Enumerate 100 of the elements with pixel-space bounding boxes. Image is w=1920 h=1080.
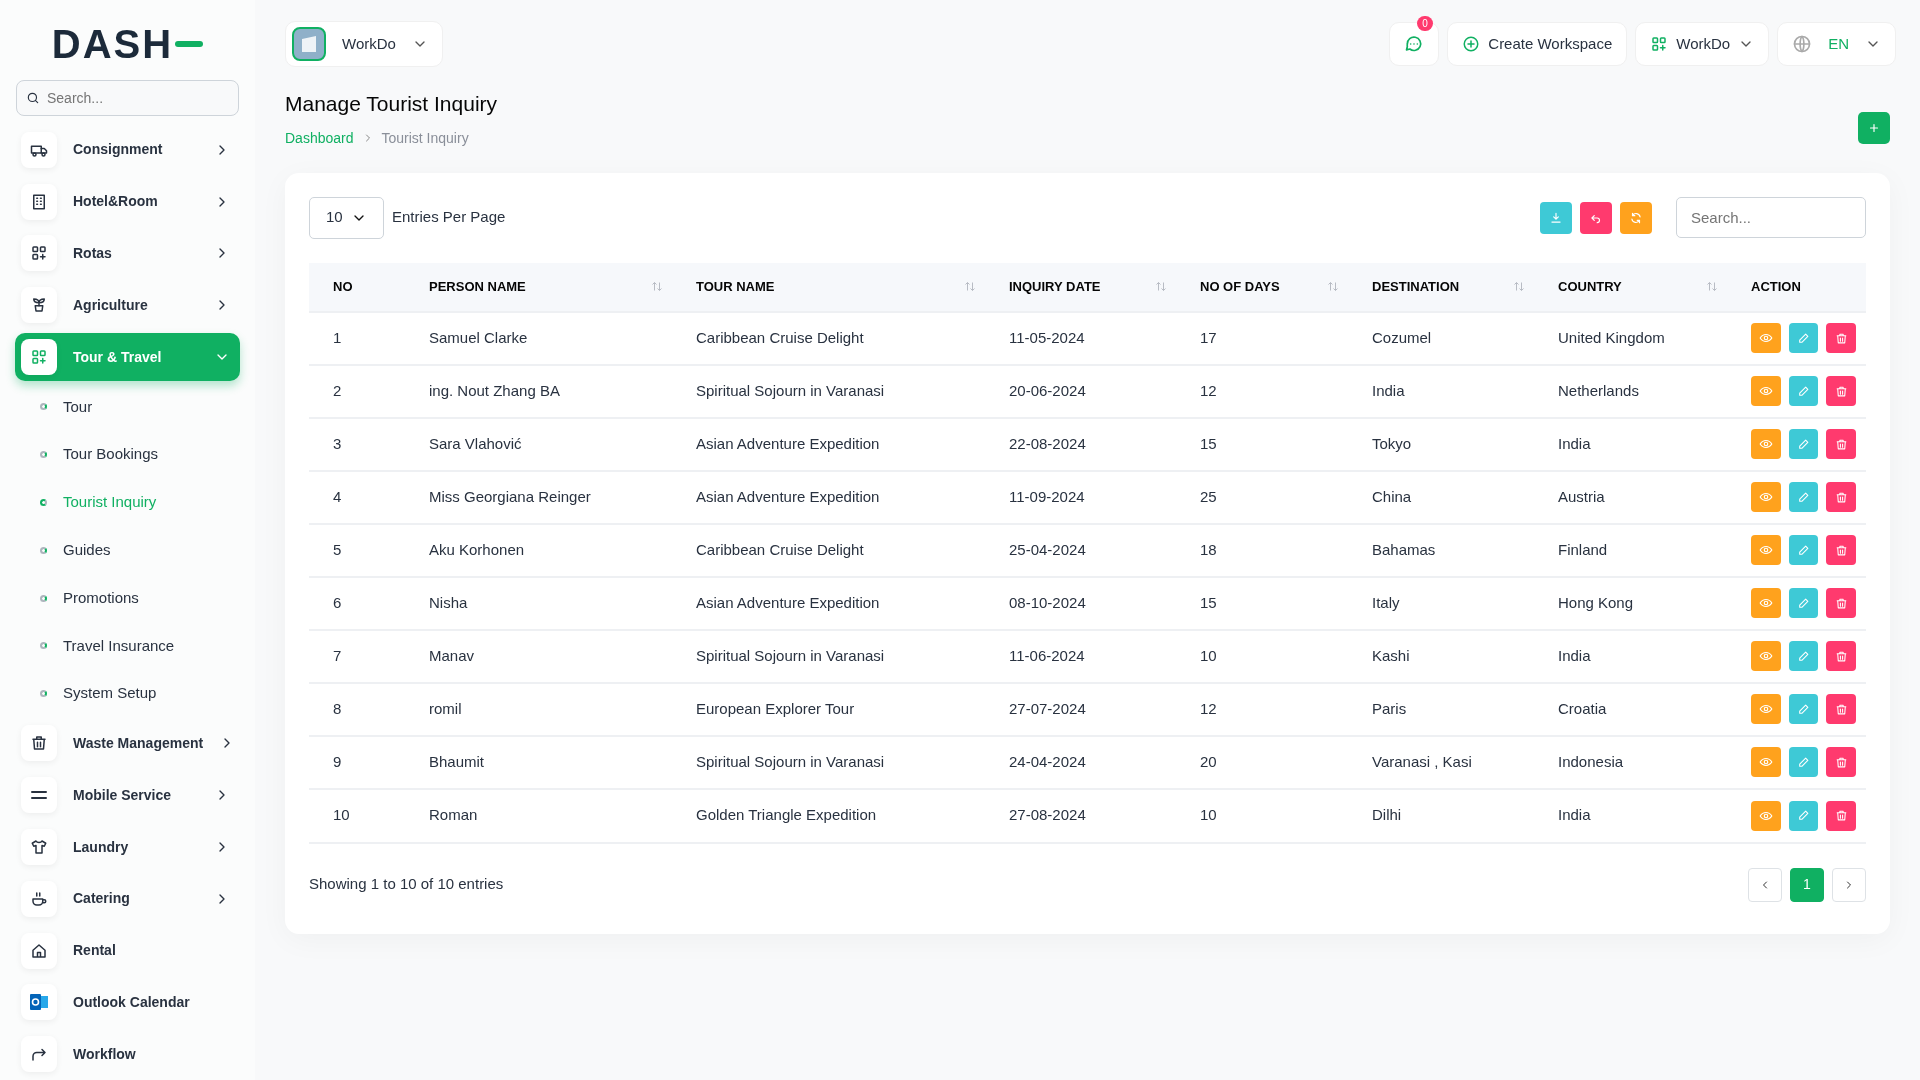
table-cell: 12 xyxy=(1200,381,1217,399)
sidebar-item[interactable]: Rental xyxy=(15,926,240,975)
edit-button[interactable] xyxy=(1788,376,1819,406)
refresh-button[interactable] xyxy=(1620,201,1652,234)
sidebar-item[interactable]: Workflow xyxy=(15,1030,240,1079)
trash-icon xyxy=(1834,649,1848,663)
eye-icon xyxy=(1758,649,1773,663)
column-header[interactable]: DESTINATION xyxy=(1372,276,1460,297)
sidebar-item[interactable]: Hotel&Room xyxy=(15,177,240,226)
view-button[interactable] xyxy=(1751,694,1781,724)
eye-icon xyxy=(1758,755,1773,769)
edit-button[interactable] xyxy=(1788,323,1819,353)
edit-button[interactable] xyxy=(1788,482,1819,512)
delete-button[interactable] xyxy=(1826,429,1856,459)
sort-icon[interactable] xyxy=(652,282,662,291)
delete-button[interactable] xyxy=(1826,694,1856,724)
create-workspace-button[interactable]: Create Workspace xyxy=(1447,22,1628,66)
sidebar-item[interactable]: Agriculture xyxy=(15,281,240,330)
sidebar-item[interactable]: Waste Management xyxy=(15,719,240,768)
edit-button[interactable] xyxy=(1788,588,1819,618)
view-button[interactable] xyxy=(1751,800,1781,831)
submenu-item[interactable]: Travel Insurance xyxy=(0,621,255,670)
table-cell: Finland xyxy=(1558,540,1608,558)
column-header[interactable]: NO OF DAYS xyxy=(1200,276,1280,297)
submenu-item[interactable]: Promotions xyxy=(0,574,255,622)
table-cell: Croatia xyxy=(1558,699,1607,717)
view-button[interactable] xyxy=(1751,535,1781,565)
column-header[interactable]: COUNTRY xyxy=(1558,276,1622,297)
table-cell: 8 xyxy=(333,699,342,717)
table-cell: Manav xyxy=(429,646,475,664)
table-cell: Asian Adventure Expedition xyxy=(696,487,880,505)
edit-button[interactable] xyxy=(1788,641,1819,671)
delete-button[interactable] xyxy=(1826,641,1856,671)
pencil-icon xyxy=(1797,543,1810,557)
sort-icon[interactable] xyxy=(1328,282,1338,291)
edit-button[interactable] xyxy=(1788,694,1819,724)
edit-button[interactable] xyxy=(1788,535,1819,565)
sidebar-item[interactable]: Outlook Calendar xyxy=(15,978,240,1027)
breadcrumb-current: Tourist Inquiry xyxy=(381,128,469,148)
view-button[interactable] xyxy=(1751,641,1781,671)
sidebar-item[interactable]: Catering xyxy=(15,874,240,923)
view-button[interactable] xyxy=(1751,323,1781,353)
search-field[interactable]: Search... xyxy=(16,80,239,116)
view-button[interactable] xyxy=(1751,747,1781,777)
eye-icon xyxy=(1758,490,1773,504)
sort-icon[interactable] xyxy=(1156,282,1166,291)
view-button[interactable] xyxy=(1751,429,1781,459)
view-button[interactable] xyxy=(1751,482,1781,512)
sidebar-item[interactable]: Rotas xyxy=(15,229,240,278)
menu-icon xyxy=(31,791,47,800)
view-button[interactable] xyxy=(1751,376,1781,406)
sidebar-item[interactable]: Mobile Service xyxy=(15,771,240,820)
edit-button[interactable] xyxy=(1788,747,1819,777)
column-header[interactable]: TOUR NAME xyxy=(696,276,775,297)
table-cell: ing. Nout Zhang BA xyxy=(429,381,560,399)
edit-button[interactable] xyxy=(1788,800,1819,831)
submenu-item[interactable]: System Setup xyxy=(0,669,255,718)
table-cell: Cozumel xyxy=(1372,328,1432,346)
table-cell: India xyxy=(1372,381,1405,399)
table-cell: Roman xyxy=(429,806,478,824)
delete-button[interactable] xyxy=(1826,747,1856,777)
table-cell: Caribbean Cruise Delight xyxy=(696,540,864,558)
sort-icon[interactable] xyxy=(1514,282,1524,291)
table-cell: India xyxy=(1558,806,1591,824)
download-button[interactable] xyxy=(1540,201,1572,234)
delete-button[interactable] xyxy=(1826,482,1856,512)
sort-icon[interactable] xyxy=(965,282,975,291)
plus-icon xyxy=(1867,121,1881,135)
sidebar-item[interactable]: Laundry xyxy=(15,823,240,871)
sort-icon[interactable] xyxy=(1707,282,1717,291)
sidebar-item[interactable]: Consignment xyxy=(15,126,240,174)
table-cell: 20 xyxy=(1200,752,1217,770)
table-search-field[interactable]: Search... xyxy=(1676,197,1866,238)
column-header[interactable]: PERSON NAME xyxy=(429,276,526,297)
table-cell: 27-07-2024 xyxy=(1009,699,1086,717)
delete-button[interactable] xyxy=(1826,376,1856,406)
workspace-menu[interactable]: WorkDo xyxy=(1635,22,1770,66)
table-cell: romil xyxy=(429,699,462,717)
workspace-dropdown[interactable]: WorkDo xyxy=(285,21,443,67)
column-header: ACTION xyxy=(1751,277,1801,296)
next-page-button[interactable] xyxy=(1832,867,1866,902)
previous-page-button[interactable] xyxy=(1748,867,1782,902)
view-button[interactable] xyxy=(1751,588,1781,618)
undo-button[interactable] xyxy=(1580,201,1612,234)
table-cell: European Explorer Tour xyxy=(696,699,855,717)
submenu-item[interactable]: Tour Bookings xyxy=(0,430,255,479)
edit-button[interactable] xyxy=(1788,429,1819,459)
submenu-item[interactable]: Tour xyxy=(0,383,255,431)
delete-button[interactable] xyxy=(1826,800,1856,831)
table-cell: Spiritual Sojourn in Varanasi xyxy=(696,646,885,664)
delete-button[interactable] xyxy=(1826,323,1856,353)
delete-button[interactable] xyxy=(1826,588,1856,618)
entries-select[interactable]: 10 xyxy=(309,196,384,239)
table-cell: Varanasi , Kasi xyxy=(1372,752,1472,770)
table-cell: 22-08-2024 xyxy=(1009,434,1086,452)
submenu-item[interactable]: Guides xyxy=(0,526,255,575)
trash-icon xyxy=(1834,755,1848,769)
delete-button[interactable] xyxy=(1826,535,1856,565)
add-button[interactable] xyxy=(1858,112,1890,144)
table-cell: 15 xyxy=(1200,593,1217,611)
